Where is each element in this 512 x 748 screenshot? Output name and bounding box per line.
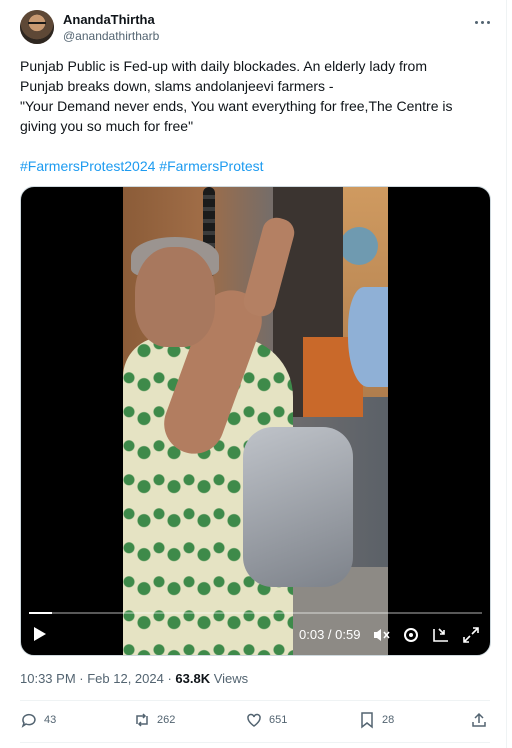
views-label: Views xyxy=(210,671,249,686)
video-controls: 0:03 / 0:59 xyxy=(21,615,490,655)
video-scene-person xyxy=(348,287,388,387)
avatar[interactable] xyxy=(20,10,54,44)
fullscreen-icon[interactable] xyxy=(461,625,481,645)
video-duration: 0:59 xyxy=(335,627,361,642)
avatar-image xyxy=(20,10,54,44)
more-dot-icon xyxy=(474,20,478,24)
mute-icon[interactable] xyxy=(371,625,391,645)
more-dot-icon xyxy=(480,20,484,24)
tweet-text-line: Punjab Public is Fed-up with daily block… xyxy=(20,58,427,74)
reply-button[interactable]: 43 xyxy=(20,708,56,732)
bottom-divider xyxy=(20,742,490,743)
bookmark-icon xyxy=(361,712,373,729)
like-count: 651 xyxy=(269,714,288,726)
reply-count: 43 xyxy=(44,714,57,726)
hashtag-link[interactable]: #FarmersProtest xyxy=(159,158,263,174)
video-player[interactable]: 0:03 / 0:59 xyxy=(20,186,491,656)
more-dot-icon xyxy=(486,20,490,24)
views-count[interactable]: 63.8K xyxy=(175,671,210,686)
share-icon xyxy=(472,712,486,727)
divider xyxy=(20,700,490,701)
hashtag-link[interactable]: #FarmersProtest2024 xyxy=(20,158,155,174)
video-progress-fill xyxy=(29,612,52,614)
video-time: 0:03 / 0:59 xyxy=(299,626,360,644)
share-button[interactable] xyxy=(470,708,488,732)
avatar-glasses xyxy=(28,22,46,26)
bookmark-count: 28 xyxy=(382,714,395,726)
tweet-time[interactable]: 10:33 PM xyxy=(20,671,76,686)
bookmark-button[interactable]: 28 xyxy=(358,708,394,732)
meta-dot: · xyxy=(163,671,176,686)
repost-button[interactable]: 262 xyxy=(133,708,175,732)
action-bar: 43 262 651 28 xyxy=(20,708,490,732)
display-name[interactable]: AnandaThirtha xyxy=(63,12,159,28)
tweet-date[interactable]: Feb 12, 2024 xyxy=(87,671,164,686)
tweet-header: AnandaThirtha @anandathirtharb xyxy=(20,10,496,46)
more-options-button[interactable] xyxy=(472,14,492,30)
video-progress-bar[interactable] xyxy=(29,612,482,614)
tweet-card: AnandaThirtha @anandathirtharb Punjab Pu… xyxy=(0,0,507,748)
like-button[interactable]: 651 xyxy=(245,708,287,732)
video-frame[interactable] xyxy=(123,187,388,655)
tweet-meta: 10:33 PM · Feb 12, 2024 · 63.8K Views xyxy=(20,670,248,688)
pip-icon[interactable] xyxy=(431,625,451,645)
repost-count: 262 xyxy=(157,714,176,726)
meta-dot: · xyxy=(75,671,88,686)
video-scene-head xyxy=(135,247,215,347)
user-info[interactable]: AnandaThirtha @anandathirtharb xyxy=(63,12,159,44)
video-scene-decal xyxy=(340,227,378,265)
video-scene-bag xyxy=(243,427,353,587)
video-time-separator: / xyxy=(324,627,336,642)
reply-icon xyxy=(21,713,36,728)
settings-icon[interactable] xyxy=(401,625,421,645)
tweet-text-line: "Your Demand never ends, You want everyt… xyxy=(20,98,453,114)
hashtags: #FarmersProtest2024 #FarmersProtest xyxy=(20,156,264,176)
play-icon[interactable] xyxy=(34,627,46,641)
video-elapsed: 0:03 xyxy=(299,627,325,642)
repost-icon xyxy=(136,713,148,727)
user-handle[interactable]: @anandathirtharb xyxy=(63,28,159,44)
tweet-text-line: Punjab breaks down, slams andolanjeevi f… xyxy=(20,78,334,94)
heart-icon xyxy=(247,713,261,727)
tweet-text-line: giving you so much for free" xyxy=(20,118,194,134)
tweet-text: Punjab Public is Fed-up with daily block… xyxy=(20,56,490,136)
